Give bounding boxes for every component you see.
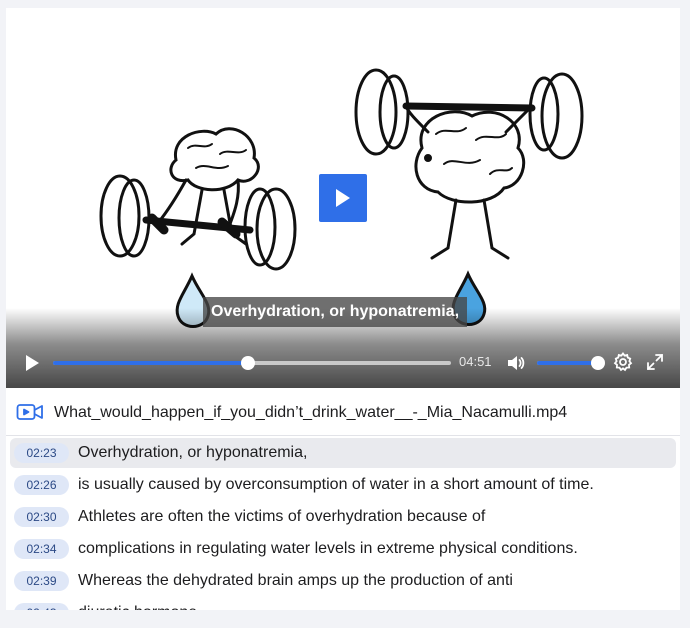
volume-slider[interactable]	[537, 356, 605, 370]
fullscreen-icon	[647, 354, 663, 370]
transcript-row[interactable]: 02:34 complications in regulating water l…	[10, 534, 676, 564]
video-frame[interactable]: Overhydration, or hyponatremia, 04:51	[6, 8, 680, 388]
transcript-text: complications in regulating water levels…	[78, 540, 578, 557]
transcript-list: 02:23 Overhydration, or hyponatremia, 02:2…	[6, 436, 680, 610]
transcript-text: Whereas the dehydrated brain amps up the…	[78, 572, 513, 589]
volume-handle[interactable]	[590, 356, 605, 370]
video-player-card: Overhydration, or hyponatremia, 04:51 Wh…	[6, 8, 680, 610]
progress-handle[interactable]	[241, 356, 256, 370]
gear-icon	[613, 352, 633, 372]
transcript-row[interactable]: 02:30 Athletes are often the victims of o…	[10, 502, 676, 532]
mute-button[interactable]	[506, 353, 526, 373]
volume-icon	[508, 356, 525, 370]
transcript-text: Overhydration, or hyponatremia,	[78, 444, 308, 461]
transcript-timestamp[interactable]: 02:30	[14, 507, 69, 527]
transcript-text: is usually caused by overconsumption of …	[78, 476, 594, 493]
play-icon	[26, 355, 39, 371]
progress-bar[interactable]	[53, 356, 451, 370]
transcript-timestamp[interactable]: 02:39	[14, 571, 69, 591]
play-icon	[336, 189, 350, 207]
transcript-timestamp[interactable]: 02:23	[14, 443, 69, 463]
transcript-timestamp[interactable]: 02:34	[14, 539, 69, 559]
time-display: 04:51	[459, 354, 492, 369]
volume-fill	[537, 361, 598, 365]
transcript-row[interactable]: 02:23 Overhydration, or hyponatremia,	[10, 438, 676, 468]
transcript-row[interactable]: 02:26 is usually caused by overconsumptio…	[10, 470, 676, 500]
transcript-timestamp[interactable]: 02:26	[14, 475, 69, 495]
file-title-row: What_would_happen_if_you_didn’t_drink_wa…	[6, 388, 680, 436]
file-name: What_would_happen_if_you_didn’t_drink_wa…	[54, 404, 568, 421]
progress-fill	[53, 361, 249, 365]
big-play-button[interactable]	[319, 174, 367, 222]
settings-button[interactable]	[613, 352, 633, 372]
play-button[interactable]	[22, 353, 42, 373]
transcript-text: Athletes are often the victims of overhy…	[78, 508, 486, 525]
transcript-row[interactable]: 02:43 diuretic hormone,	[10, 598, 676, 610]
player-controls: 04:51	[6, 344, 680, 380]
video-camera-icon	[16, 404, 43, 420]
transcript-text: diuretic hormone,	[78, 603, 202, 610]
subtitle-caption: Overhydration, or hyponatremia,	[203, 297, 468, 327]
fullscreen-button[interactable]	[645, 352, 665, 372]
transcript-row[interactable]: 02:39 Whereas the dehydrated brain amps u…	[10, 566, 676, 596]
transcript-timestamp[interactable]: 02:43	[14, 603, 69, 610]
